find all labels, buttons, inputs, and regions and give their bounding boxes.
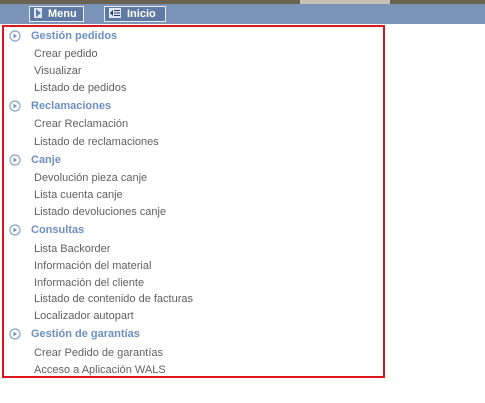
expand-arrow-icon	[9, 328, 21, 340]
inicio-button[interactable]: Inicio	[104, 6, 166, 22]
menu-item-localizador-autopart[interactable]: Localizador autopart	[34, 308, 134, 324]
menu-item-visualizar[interactable]: Visualizar	[34, 63, 82, 79]
home-list-icon	[109, 7, 121, 21]
menu-button[interactable]: Menu	[29, 6, 84, 22]
section-reclamaciones[interactable]: Reclamaciones	[9, 98, 111, 114]
section-gestion-pedidos[interactable]: Gestión pedidos	[9, 28, 117, 44]
menu-item-listado-contenido-facturas[interactable]: Listado de contenido de facturas	[34, 291, 193, 307]
nav-bar: Menu Inicio	[0, 4, 485, 24]
expand-arrow-icon	[9, 100, 21, 112]
menu-item-lista-cuenta-canje[interactable]: Lista cuenta canje	[34, 187, 123, 203]
menu-item-informacion-cliente[interactable]: Información del cliente	[34, 275, 144, 291]
section-title-label: Reclamaciones	[31, 100, 112, 112]
section-title-label: Canje	[31, 154, 61, 166]
menu-item-devolucion-pieza-canje[interactable]: Devolución pieza canje	[34, 170, 147, 186]
section-canje[interactable]: Canje	[9, 152, 61, 168]
expand-arrow-icon	[9, 154, 21, 166]
menu-item-acceso-wals[interactable]: Acceso a Aplicación WALS	[34, 362, 166, 378]
menu-button-label: Menu	[48, 8, 77, 20]
expand-arrow-icon	[9, 224, 21, 236]
menu-item-crear-pedido[interactable]: Crear pedido	[34, 46, 98, 62]
menu-item-crear-pedido-garantias[interactable]: Crear Pedido de garantías	[34, 345, 163, 361]
menu-item-lista-backorder[interactable]: Lista Backorder	[34, 241, 110, 257]
section-title-label: Consultas	[31, 224, 85, 236]
expand-arrow-icon	[9, 30, 21, 42]
section-gestion-garantias[interactable]: Gestión de garantías	[9, 326, 140, 342]
menu-item-listado-pedidos[interactable]: Listado de pedidos	[34, 80, 126, 96]
menu-item-informacion-material[interactable]: Información del material	[34, 258, 151, 274]
menu-item-listado-reclamaciones[interactable]: Listado de reclamaciones	[34, 134, 159, 150]
section-title-label: Gestión pedidos	[31, 30, 118, 42]
menu-item-crear-reclamacion[interactable]: Crear Reclamación	[34, 116, 128, 132]
section-title-label: Gestión de garantías	[31, 328, 140, 340]
menu-item-listado-devoluciones-canje[interactable]: Listado devoluciones canje	[34, 204, 166, 220]
main-menu-panel: Gestión pedidos Crear pedido Visualizar …	[2, 25, 385, 378]
section-consultas[interactable]: Consultas	[9, 222, 84, 238]
inicio-button-label: Inicio	[127, 8, 156, 20]
play-arrow-icon	[34, 7, 42, 21]
